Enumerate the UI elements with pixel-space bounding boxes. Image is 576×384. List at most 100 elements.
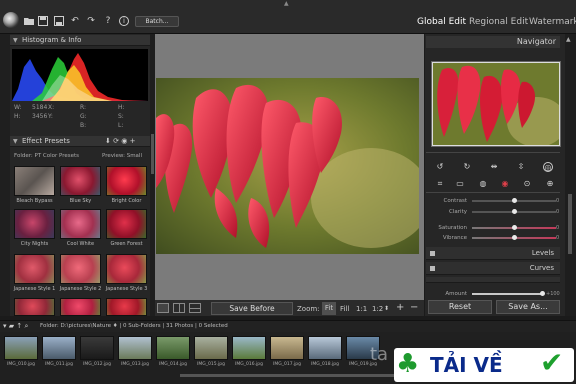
film-thumb[interactable] xyxy=(194,336,228,360)
preset-thumb[interactable] xyxy=(106,166,147,196)
zoom-out-button[interactable]: − xyxy=(410,303,418,313)
filmstrip-scrollbar[interactable] xyxy=(180,374,400,377)
scrollbar-thumb[interactable] xyxy=(151,134,154,174)
film-thumb[interactable] xyxy=(156,336,190,360)
slider-knob[interactable] xyxy=(511,198,517,203)
contrast-value: 0 xyxy=(556,198,560,204)
navigator-header[interactable]: Navigator xyxy=(426,36,560,48)
rotate-left-icon[interactable]: ↺ xyxy=(435,162,445,172)
slider-knob[interactable] xyxy=(511,235,517,240)
preset-thumb[interactable] xyxy=(106,254,147,284)
zoom-1to2-button[interactable]: 1:2 xyxy=(372,304,383,314)
refresh-icon[interactable]: ⟳ xyxy=(113,137,119,145)
lens-icon[interactable]: ◎ xyxy=(543,162,553,172)
slider-knob[interactable] xyxy=(511,225,517,230)
side-by-side-view-icon[interactable] xyxy=(189,303,201,313)
right-panel-scrollbar[interactable] xyxy=(565,34,576,316)
add-icon[interactable]: + xyxy=(130,137,136,145)
color-picker-icon[interactable]: ⊕ xyxy=(545,179,555,189)
amount-slider[interactable] xyxy=(472,291,545,296)
undo-icon[interactable]: ↶ xyxy=(70,16,80,26)
film-thumb[interactable] xyxy=(270,336,304,360)
save-icon[interactable] xyxy=(38,16,48,26)
red-eye-icon[interactable]: ◉ xyxy=(500,179,510,189)
flip-vertical-icon[interactable]: ⇳ xyxy=(516,162,526,172)
preset-thumb[interactable] xyxy=(14,166,55,196)
redo-icon[interactable]: ↷ xyxy=(86,16,96,26)
film-thumb[interactable] xyxy=(232,336,266,360)
film-thumb[interactable] xyxy=(118,336,152,360)
film-thumb[interactable] xyxy=(4,336,38,360)
collapse-filmstrip-icon[interactable]: ▾ xyxy=(3,322,7,330)
manage-icon[interactable]: ◉ xyxy=(121,137,127,145)
tab-watermark[interactable]: Watermark xyxy=(529,17,576,27)
tab-regional-edit[interactable]: Regional Edit xyxy=(469,17,528,27)
histogram-header[interactable]: ▼ Histogram & Info xyxy=(10,35,150,46)
folder-icon[interactable]: ▰ xyxy=(9,322,14,330)
zoom-fit-button[interactable]: Fit xyxy=(322,302,336,315)
flip-horizontal-icon[interactable]: ⇹ xyxy=(489,162,499,172)
vignette-icon[interactable]: ◍ xyxy=(478,179,488,189)
tab-global-edit[interactable]: Global Edit xyxy=(417,17,466,27)
preset-thumb[interactable] xyxy=(106,298,147,316)
scroll-up-icon[interactable]: ▲ xyxy=(566,36,571,43)
film-thumb[interactable] xyxy=(308,336,342,360)
scrollbar-thumb[interactable] xyxy=(568,194,572,254)
help-icon[interactable]: ? xyxy=(103,16,113,26)
preset-thumb[interactable] xyxy=(60,166,101,196)
rotate-right-icon[interactable]: ↻ xyxy=(462,162,472,172)
collapse-triangle-icon[interactable]: ▼ xyxy=(13,35,18,46)
preset-thumb[interactable] xyxy=(14,254,55,284)
curves-section[interactable]: Curves xyxy=(426,262,560,275)
reset-button[interactable]: Reset xyxy=(428,300,492,314)
preset-folder-select[interactable]: Folder: PT Color Presets xyxy=(14,153,79,160)
zoom-dropdown-icon[interactable]: ⬍ xyxy=(384,304,389,314)
preset-thumb[interactable] xyxy=(60,298,101,316)
zoom-fill-button[interactable]: Fill xyxy=(340,304,349,314)
search-icon[interactable]: ⌕ xyxy=(24,322,28,330)
save-as-icon[interactable] xyxy=(54,16,64,26)
preset-thumb[interactable] xyxy=(106,209,147,239)
vibrance-value: 0 xyxy=(556,235,560,241)
expand-box-icon[interactable] xyxy=(430,266,435,271)
crop-icon[interactable]: ⌗ xyxy=(435,179,445,189)
saturation-slider[interactable] xyxy=(472,225,556,230)
info-icon[interactable]: i xyxy=(119,16,129,26)
save-before-button[interactable]: Save Before xyxy=(211,302,293,315)
navigator-viewport[interactable] xyxy=(432,62,560,146)
contrast-slider[interactable] xyxy=(472,198,556,203)
preset-thumb[interactable] xyxy=(14,209,55,239)
preset-thumb[interactable] xyxy=(14,298,55,316)
preset-thumb[interactable] xyxy=(60,209,101,239)
single-view-icon[interactable] xyxy=(157,303,169,313)
vibrance-slider[interactable] xyxy=(472,235,556,240)
collapse-arrow-icon[interactable]: ▲ xyxy=(284,0,289,7)
clarity-slider[interactable] xyxy=(472,209,556,214)
slider-knob[interactable] xyxy=(511,209,517,214)
collapse-triangle-icon[interactable]: ▼ xyxy=(13,136,18,147)
height-label: H: xyxy=(14,113,21,120)
levels-section[interactable]: Levels xyxy=(426,247,560,260)
up-folder-icon[interactable]: ↑ xyxy=(16,322,22,330)
main-photo[interactable] xyxy=(156,78,419,254)
preset-label: Blue Sky xyxy=(69,198,92,204)
batch-button[interactable]: Batch... xyxy=(135,16,179,27)
save-as-button[interactable]: Save As... xyxy=(496,300,560,314)
navigator-thumbnail[interactable] xyxy=(431,61,561,147)
zoom-in-button[interactable]: + xyxy=(396,303,404,313)
preset-thumb[interactable] xyxy=(60,254,101,284)
app-logo xyxy=(3,12,19,28)
preview-size-select[interactable]: Preview: Small xyxy=(102,153,142,160)
film-thumb[interactable] xyxy=(80,336,114,360)
open-folder-icon[interactable] xyxy=(24,16,34,26)
zoom-1to1-button[interactable]: 1:1 xyxy=(356,304,367,314)
film-thumb[interactable] xyxy=(42,336,76,360)
expand-box-icon[interactable] xyxy=(430,251,435,256)
folder-path[interactable]: Folder: D:\pictures\Nature ♦ | 0 Sub-Fol… xyxy=(40,323,228,330)
spot-heal-icon[interactable]: ⊙ xyxy=(522,179,532,189)
straighten-icon[interactable]: ▭ xyxy=(455,179,465,189)
presets-title: Effect Presets xyxy=(22,137,70,145)
download-icon[interactable]: ⬇ xyxy=(105,137,111,145)
split-view-icon[interactable] xyxy=(173,303,185,313)
slider-knob[interactable] xyxy=(539,291,545,296)
